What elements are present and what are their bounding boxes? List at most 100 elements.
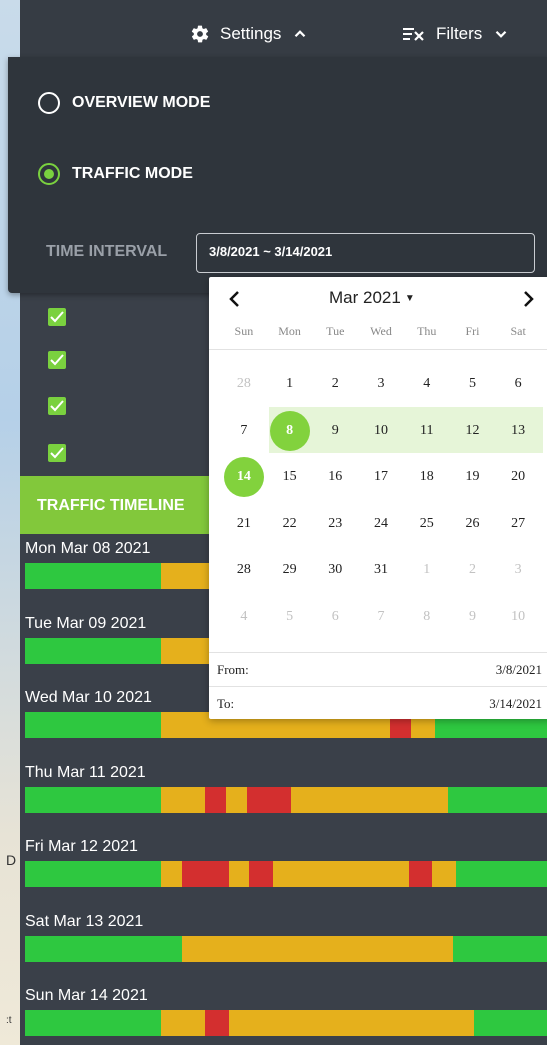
checkmark-icon bbox=[50, 447, 64, 459]
timeline-title: TRAFFIC TIMELINE bbox=[37, 497, 185, 514]
calendar-day[interactable]: 6 bbox=[495, 364, 541, 404]
calendar-day[interactable]: 4 bbox=[221, 597, 267, 637]
calendar-day[interactable]: 4 bbox=[404, 364, 450, 404]
traffic-bar[interactable] bbox=[25, 861, 547, 887]
calendar-day[interactable]: 12 bbox=[450, 411, 496, 451]
calendar-day[interactable]: 10 bbox=[495, 597, 541, 637]
calendar-day[interactable]: 16 bbox=[312, 457, 358, 497]
timeline-day-label: Sun Mar 14 2021 bbox=[25, 987, 148, 1004]
filter-checkbox[interactable] bbox=[48, 351, 66, 369]
calendar-day[interactable]: 19 bbox=[450, 457, 496, 497]
calendar-day-number: 26 bbox=[465, 515, 480, 531]
calendar-day[interactable]: 5 bbox=[450, 364, 496, 404]
settings-label: Settings bbox=[220, 24, 282, 43]
calendar-day[interactable]: 6 bbox=[312, 597, 358, 637]
calendar-day-number: 6 bbox=[331, 608, 339, 624]
calendar-day[interactable]: 1 bbox=[267, 364, 313, 404]
calendar-day[interactable]: 15 bbox=[267, 457, 313, 497]
calendar-day[interactable]: 27 bbox=[495, 504, 541, 544]
traffic-segment bbox=[225, 786, 247, 813]
calendar-day[interactable]: 29 bbox=[267, 550, 313, 590]
settings-panel: OVERVIEW MODE TRAFFIC MODE TIME INTERVAL… bbox=[8, 57, 547, 293]
calendar-day-number: 30 bbox=[328, 562, 343, 578]
traffic-segment bbox=[25, 712, 161, 738]
calendar-day-number: 8 bbox=[269, 410, 310, 451]
traffic-bar[interactable] bbox=[25, 786, 547, 813]
calendar-day[interactable]: 21 bbox=[221, 504, 267, 544]
calendar-day[interactable]: 18 bbox=[404, 457, 450, 497]
calendar-day[interactable]: 26 bbox=[450, 504, 496, 544]
traffic-bar[interactable] bbox=[25, 1010, 547, 1036]
calendar-day-number: 24 bbox=[374, 515, 389, 531]
traffic-segment bbox=[25, 563, 161, 589]
filters-label: Filters bbox=[436, 24, 483, 43]
traffic-segment bbox=[25, 637, 161, 664]
calendar-day[interactable]: 1 bbox=[404, 550, 450, 590]
calendar-day[interactable]: 8 bbox=[267, 410, 313, 451]
calendar-day[interactable]: 22 bbox=[267, 504, 313, 544]
from-label: From: bbox=[217, 662, 249, 677]
filter-checkbox[interactable] bbox=[48, 308, 66, 326]
calendar-day[interactable]: 13 bbox=[495, 411, 541, 451]
calendar-day[interactable]: 24 bbox=[358, 504, 404, 544]
calendar-day[interactable]: 8 bbox=[404, 597, 450, 637]
radio-button[interactable] bbox=[38, 163, 60, 185]
calendar-day-number: 20 bbox=[511, 469, 526, 485]
calendar-day[interactable]: 5 bbox=[267, 597, 313, 637]
calendar-day[interactable]: 3 bbox=[358, 364, 404, 404]
to-label: To: bbox=[217, 696, 235, 711]
calendar-day[interactable]: 17 bbox=[358, 457, 404, 497]
calendar-day-number: 6 bbox=[514, 376, 522, 392]
traffic-segment bbox=[25, 1010, 161, 1036]
date-range-input[interactable]: 3/8/2021 ~ 3/14/2021 bbox=[196, 233, 535, 273]
calendar-day-number: 23 bbox=[328, 515, 343, 531]
calendar-day[interactable]: 3 bbox=[495, 550, 541, 590]
traffic-segment bbox=[432, 861, 456, 887]
calendar-day-number: 11 bbox=[419, 422, 434, 438]
calendar-day[interactable]: 10 bbox=[358, 411, 404, 451]
calendar-day[interactable]: 7 bbox=[221, 411, 267, 451]
calendar-day-number: 27 bbox=[511, 515, 526, 531]
traffic-mode-radio[interactable]: TRAFFIC MODE bbox=[38, 163, 193, 185]
traffic-segment bbox=[25, 786, 161, 813]
traffic-bar[interactable] bbox=[25, 935, 547, 962]
traffic-segment bbox=[455, 861, 547, 887]
filters-button[interactable]: Filters bbox=[402, 22, 510, 46]
overview-mode-radio[interactable]: OVERVIEW MODE bbox=[38, 92, 210, 114]
calendar-day-number: 10 bbox=[374, 422, 389, 438]
month-selector[interactable]: Mar 2021 ▼ bbox=[329, 288, 415, 308]
calendar-day-number: 5 bbox=[286, 608, 294, 624]
calendar-day-number: 21 bbox=[236, 515, 251, 531]
calendar-day[interactable]: 31 bbox=[358, 550, 404, 590]
calendar-day-number: 22 bbox=[282, 515, 297, 531]
chevron-left-icon[interactable] bbox=[223, 287, 247, 311]
calendar-day[interactable]: 11 bbox=[404, 411, 450, 451]
calendar-day-number: 7 bbox=[240, 422, 248, 438]
calendar-day[interactable]: 2 bbox=[450, 550, 496, 590]
calendar-week-row: 7 8 9 10 11 12 13 bbox=[221, 408, 541, 455]
calendar-day[interactable]: 14 bbox=[221, 457, 267, 498]
calendar-day-number: 29 bbox=[282, 562, 297, 578]
calendar-day-number: 12 bbox=[465, 422, 480, 438]
calendar-day[interactable]: 9 bbox=[450, 597, 496, 637]
calendar-day[interactable]: 23 bbox=[312, 504, 358, 544]
calendar-day[interactable]: 25 bbox=[404, 504, 450, 544]
timeline-day-label: Thu Mar 11 2021 bbox=[25, 763, 146, 781]
calendar-day[interactable]: 7 bbox=[358, 597, 404, 637]
chevron-right-icon[interactable] bbox=[516, 287, 540, 311]
gear-icon bbox=[191, 25, 209, 43]
traffic-segment bbox=[25, 861, 161, 887]
calendar-day[interactable]: 28 bbox=[221, 550, 267, 590]
calendar-day[interactable]: 30 bbox=[312, 550, 358, 590]
settings-button[interactable]: Settings bbox=[190, 22, 309, 46]
calendar-day[interactable]: 2 bbox=[312, 364, 358, 404]
radio-label: TRAFFIC MODE bbox=[72, 165, 193, 182]
filter-checkbox[interactable] bbox=[48, 397, 66, 415]
radio-button[interactable] bbox=[38, 92, 60, 114]
calendar-day-number: 16 bbox=[328, 469, 343, 485]
calendar-day[interactable]: 28 bbox=[221, 364, 267, 404]
weekday-label: Fri bbox=[465, 324, 480, 338]
calendar-day[interactable]: 20 bbox=[495, 457, 541, 497]
filter-checkbox[interactable] bbox=[48, 444, 66, 462]
calendar-day[interactable]: 9 bbox=[312, 411, 358, 451]
